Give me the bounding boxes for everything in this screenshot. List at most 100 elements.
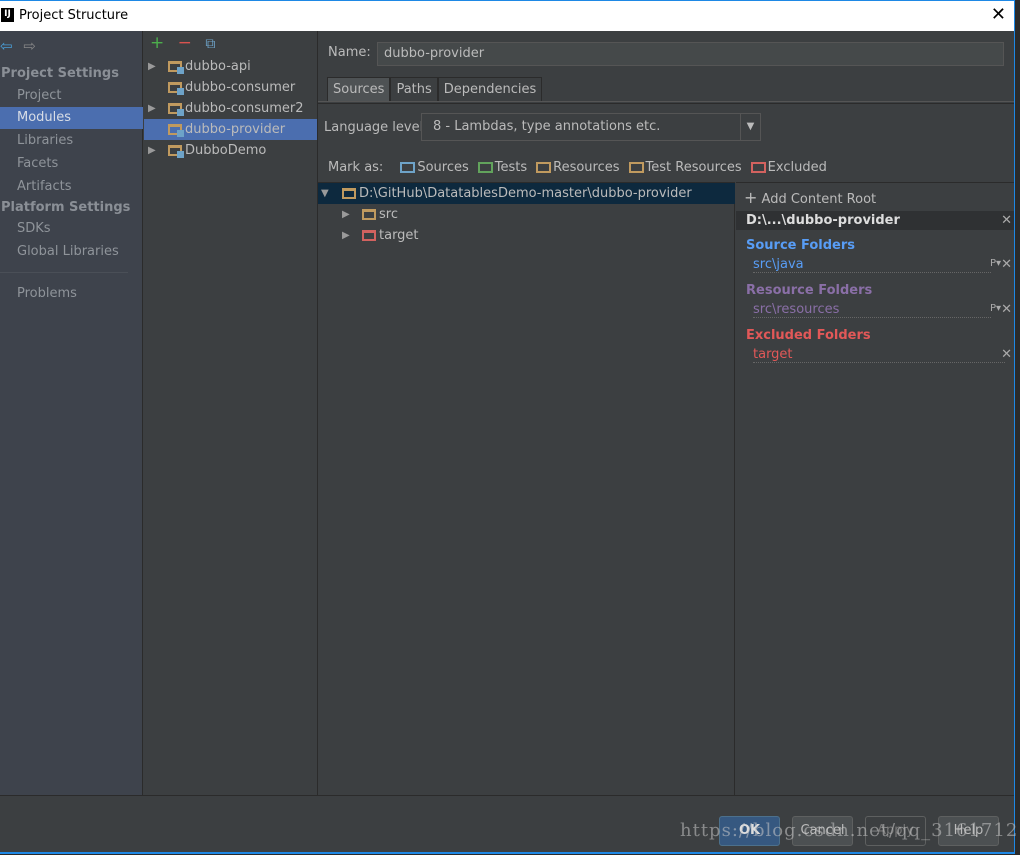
source-folders-header: Source Folders	[746, 238, 856, 253]
tree-row-root[interactable]: ▼ D:\GitHub\DatatablesDemo-master\dubbo-p…	[318, 183, 735, 204]
title-bar: IJ Project Structure ✕	[0, 0, 1014, 31]
add-content-root-button[interactable]: + Add Content Root	[744, 188, 876, 207]
resource-folders-header: Resource Folders	[746, 283, 873, 298]
module-folder-icon	[168, 82, 184, 95]
excluded-folders-header: Excluded Folders	[746, 328, 871, 343]
module-folder-icon	[168, 145, 184, 158]
remove-icon[interactable]: −	[178, 33, 192, 53]
plus-icon: +	[744, 188, 758, 207]
tree-label: src	[379, 207, 398, 222]
divider	[318, 101, 1014, 104]
mark-test-resources-button[interactable]: Test Resources	[628, 160, 742, 175]
mark-as-label: Mark as:	[328, 160, 384, 175]
mark-label: Test Resources	[645, 160, 742, 175]
expand-arrow-icon[interactable]: ▶	[148, 98, 156, 119]
content-root-path: D:\...\dubbo-provider	[746, 213, 900, 228]
sidebar-item-sdks[interactable]: SDKs	[0, 218, 143, 240]
sidebar-item-project[interactable]: Project	[0, 85, 143, 107]
module-label: DubboDemo	[185, 143, 267, 158]
sidebar-item-facets[interactable]: Facets	[0, 153, 143, 175]
add-content-root-label: Add Content Root	[761, 192, 877, 207]
module-item[interactable]: dubbo-consumer	[144, 77, 317, 98]
module-label: dubbo-provider	[185, 122, 286, 137]
excluded-folder-icon	[362, 230, 376, 241]
test-resource-folder-icon	[628, 162, 644, 173]
module-toolbar: + − ⧉	[150, 33, 215, 53]
sidebar-item-problems[interactable]: Problems	[0, 283, 143, 305]
sidebar-item-modules[interactable]: Modules	[0, 107, 143, 129]
module-folder-icon	[168, 124, 184, 137]
excluded-folder-icon	[750, 162, 766, 173]
divider	[0, 272, 128, 273]
tab-sources[interactable]: Sources	[327, 77, 391, 102]
mark-sources-button[interactable]: Sources	[400, 160, 469, 175]
test-folder-icon	[477, 162, 493, 173]
tree-row[interactable]: ▶ src	[318, 204, 735, 225]
folder-icon	[342, 188, 356, 199]
add-icon[interactable]: +	[150, 33, 164, 53]
mark-label: Sources	[417, 160, 469, 175]
mark-tests-button[interactable]: Tests	[477, 160, 528, 175]
window-title: Project Structure	[19, 8, 129, 23]
module-label: dubbo-api	[185, 59, 251, 74]
mark-label: Excluded	[767, 160, 827, 175]
name-input[interactable]: dubbo-provider	[377, 42, 1004, 66]
expand-arrow-icon[interactable]: ▶	[342, 225, 350, 246]
source-folder-icon	[400, 162, 416, 173]
content-root-header: D:\...\dubbo-provider ✕	[736, 211, 1014, 230]
module-item[interactable]: ▶ dubbo-api	[144, 56, 317, 77]
back-arrow-icon[interactable]: ⇦	[0, 37, 13, 55]
mark-as-bar: Mark as: Sources Tests Resources Test Re…	[328, 160, 827, 175]
name-label: Name:	[328, 45, 371, 60]
section-project-settings: Project Settings	[1, 66, 119, 81]
package-prefix-icon[interactable]: P▾	[990, 258, 1001, 269]
tree-label: target	[379, 228, 419, 243]
tree-row[interactable]: ▶ target	[318, 225, 735, 246]
expand-arrow-icon[interactable]: ▶	[148, 140, 156, 161]
module-item[interactable]: dubbo-provider	[144, 119, 317, 140]
language-level-label: Language level:	[324, 120, 428, 135]
section-platform-settings: Platform Settings	[1, 200, 131, 215]
tab-paths[interactable]: Paths	[390, 77, 438, 102]
sidebar-item-artifacts[interactable]: Artifacts	[0, 176, 143, 198]
forward-arrow-icon[interactable]: ⇨	[23, 37, 36, 55]
module-folder-icon	[168, 61, 184, 74]
mark-label: Resources	[553, 160, 620, 175]
package-prefix-icon[interactable]: P▾	[990, 303, 1001, 314]
module-item[interactable]: ▶ dubbo-consumer2	[144, 98, 317, 119]
language-level-select[interactable]: 8 - Lambdas, type annotations etc. ▼	[421, 113, 761, 141]
content-root-panel: + Add Content Root D:\...\dubbo-provider…	[736, 182, 1014, 795]
chevron-down-icon[interactable]: ▼	[740, 114, 760, 140]
expand-arrow-icon[interactable]: ▶	[148, 56, 156, 77]
tab-bar: Sources Paths Dependencies	[327, 77, 543, 102]
close-icon[interactable]: ✕	[1001, 211, 1012, 230]
watermark: https://blog.csdn.net/qq_31617121	[680, 820, 1020, 841]
resource-folder-icon	[536, 162, 552, 173]
module-item[interactable]: ▶ DubboDemo	[144, 140, 317, 161]
module-list: + − ⧉ ▶ dubbo-api dubbo-consumer ▶ dubbo-c…	[144, 31, 318, 795]
source-folder-entry[interactable]: src\java	[753, 257, 991, 273]
expand-arrow-icon[interactable]: ▶	[342, 204, 350, 225]
module-label: dubbo-consumer	[185, 80, 296, 95]
language-level-value: 8 - Lambdas, type annotations etc.	[433, 119, 661, 134]
close-icon[interactable]: ✕	[1001, 302, 1012, 317]
mark-resources-button[interactable]: Resources	[536, 160, 620, 175]
module-folder-icon	[168, 103, 184, 116]
close-icon[interactable]: ✕	[991, 4, 1006, 25]
close-icon[interactable]: ✕	[1001, 257, 1012, 272]
module-label: dubbo-consumer2	[185, 101, 304, 116]
mark-label: Tests	[494, 160, 528, 175]
sidebar-item-libraries[interactable]: Libraries	[0, 130, 143, 152]
tree-label: D:\GitHub\DatatablesDemo-master\dubbo-pr…	[359, 186, 692, 201]
project-structure-dialog: IJ Project Structure ✕ ⇦ ⇨ Project Setti…	[0, 0, 1015, 854]
close-icon[interactable]: ✕	[1001, 347, 1012, 362]
sidebar: ⇦ ⇨ Project Settings Project Modules Lib…	[0, 31, 143, 795]
collapse-arrow-icon[interactable]: ▼	[321, 183, 329, 204]
mark-excluded-button[interactable]: Excluded	[750, 160, 827, 175]
copy-icon[interactable]: ⧉	[205, 36, 215, 52]
tab-dependencies[interactable]: Dependencies	[437, 77, 543, 102]
sidebar-item-global-libraries[interactable]: Global Libraries	[0, 241, 143, 263]
excluded-folder-entry[interactable]: target	[753, 347, 1005, 363]
module-settings: Name: dubbo-provider Sources Paths Depen…	[318, 31, 1014, 795]
resource-folder-entry[interactable]: src\resources	[753, 302, 991, 318]
